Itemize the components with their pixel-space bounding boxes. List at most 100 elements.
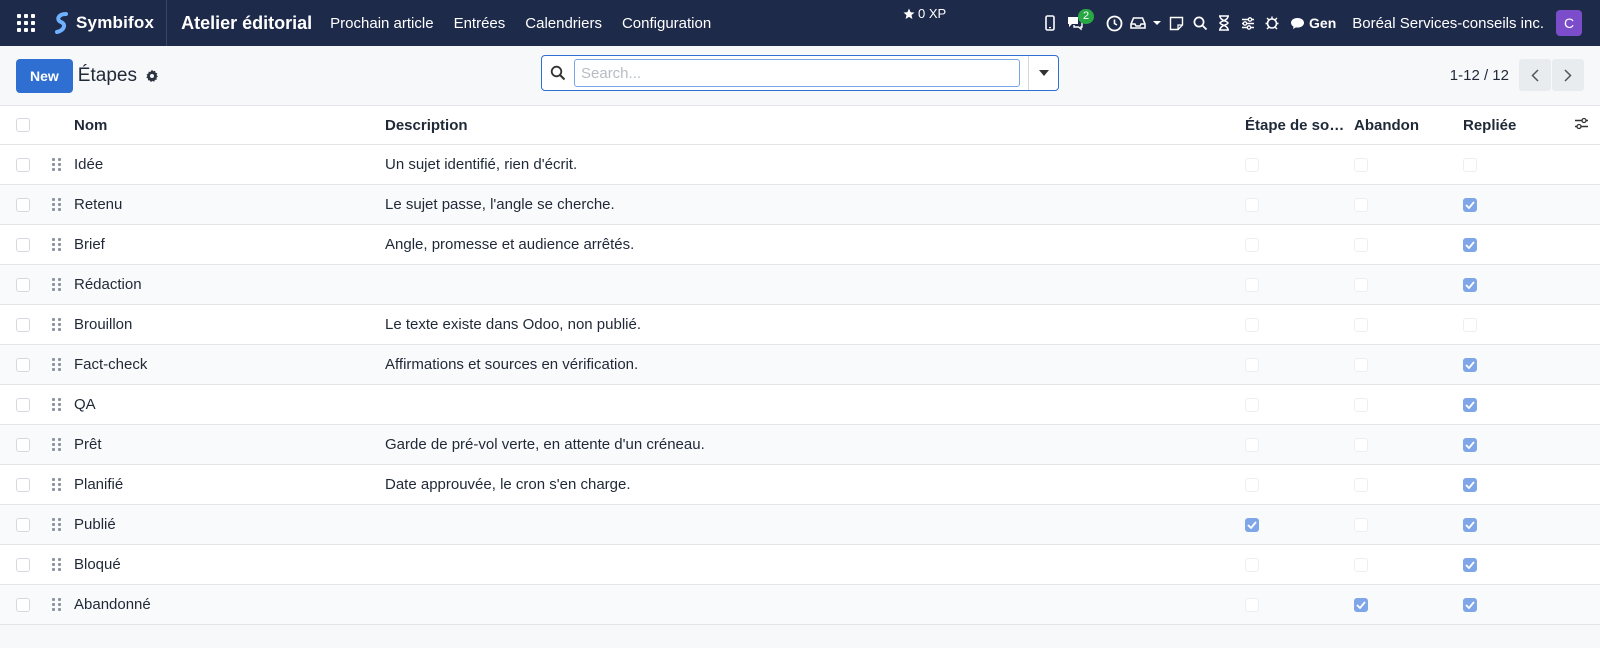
folded-checkbox[interactable] bbox=[1463, 197, 1477, 212]
column-header-description[interactable]: Description bbox=[385, 117, 468, 134]
row-select-checkbox[interactable] bbox=[16, 317, 30, 332]
folded-checkbox[interactable] bbox=[1463, 597, 1477, 612]
app-name[interactable]: Atelier éditorial bbox=[181, 13, 312, 34]
abandon-checkbox[interactable] bbox=[1354, 357, 1368, 372]
drag-handle-icon[interactable] bbox=[52, 558, 61, 571]
column-header-folded[interactable]: Repliée bbox=[1463, 117, 1516, 134]
gen-button[interactable]: Gen bbox=[1290, 15, 1336, 31]
table-row[interactable]: Publié bbox=[0, 505, 1600, 545]
select-all-checkbox[interactable] bbox=[16, 118, 30, 132]
inbox-icon[interactable] bbox=[1126, 0, 1150, 46]
row-select-checkbox[interactable] bbox=[16, 477, 30, 492]
menu-item-entrees[interactable]: Entrées bbox=[454, 15, 506, 32]
row-select-checkbox[interactable] bbox=[16, 557, 30, 572]
mobile-icon[interactable] bbox=[1038, 0, 1062, 46]
search-icon[interactable] bbox=[1188, 0, 1212, 46]
row-select-checkbox[interactable] bbox=[16, 437, 30, 452]
menu-item-calendriers[interactable]: Calendriers bbox=[525, 15, 602, 32]
company-switcher[interactable]: Boréal Services-conseils inc. bbox=[1352, 15, 1544, 32]
drag-handle-icon[interactable] bbox=[52, 398, 61, 411]
table-row[interactable]: Planifié Date approuvée, le cron s'en cha… bbox=[0, 465, 1600, 505]
table-row[interactable]: Retenu Le sujet passe, l'angle se cherche… bbox=[0, 185, 1600, 225]
exit-stage-checkbox[interactable] bbox=[1245, 437, 1259, 452]
exit-stage-checkbox[interactable] bbox=[1245, 597, 1259, 612]
abandon-checkbox[interactable] bbox=[1354, 597, 1368, 612]
table-row[interactable]: Brouillon Le texte existe dans Odoo, non … bbox=[0, 305, 1600, 345]
user-avatar[interactable]: C bbox=[1556, 10, 1582, 36]
bug-icon[interactable] bbox=[1260, 0, 1284, 46]
row-select-checkbox[interactable] bbox=[16, 197, 30, 212]
table-row[interactable]: Rédaction bbox=[0, 265, 1600, 305]
drag-handle-icon[interactable] bbox=[52, 318, 61, 331]
row-select-checkbox[interactable] bbox=[16, 397, 30, 412]
exit-stage-checkbox[interactable] bbox=[1245, 277, 1259, 292]
app-menu-icon[interactable] bbox=[0, 0, 52, 46]
exit-stage-checkbox[interactable] bbox=[1245, 157, 1259, 172]
sliders-icon[interactable] bbox=[1236, 0, 1260, 46]
exit-stage-checkbox[interactable] bbox=[1245, 557, 1259, 572]
row-select-checkbox[interactable] bbox=[16, 597, 30, 612]
abandon-checkbox[interactable] bbox=[1354, 197, 1368, 212]
folded-checkbox[interactable] bbox=[1463, 517, 1477, 532]
folded-checkbox[interactable] bbox=[1463, 157, 1477, 172]
drag-handle-icon[interactable] bbox=[52, 358, 61, 371]
abandon-checkbox[interactable] bbox=[1354, 237, 1368, 252]
folded-checkbox[interactable] bbox=[1463, 237, 1477, 252]
caret-down-icon[interactable] bbox=[1150, 0, 1164, 46]
exit-stage-checkbox[interactable] bbox=[1245, 197, 1259, 212]
xp-indicator[interactable]: 0 XP bbox=[903, 6, 946, 21]
pager-previous-button[interactable] bbox=[1519, 59, 1551, 91]
drag-handle-icon[interactable] bbox=[52, 198, 61, 211]
abandon-checkbox[interactable] bbox=[1354, 517, 1368, 532]
abandon-checkbox[interactable] bbox=[1354, 437, 1368, 452]
folded-checkbox[interactable] bbox=[1463, 477, 1477, 492]
brand[interactable]: Symbifox bbox=[52, 0, 168, 46]
folded-checkbox[interactable] bbox=[1463, 437, 1477, 452]
drag-handle-icon[interactable] bbox=[52, 518, 61, 531]
abandon-checkbox[interactable] bbox=[1354, 397, 1368, 412]
abandon-checkbox[interactable] bbox=[1354, 157, 1368, 172]
hourglass-icon[interactable] bbox=[1212, 0, 1236, 46]
menu-item-configuration[interactable]: Configuration bbox=[622, 15, 711, 32]
table-row[interactable]: Abandonné bbox=[0, 585, 1600, 625]
drag-handle-icon[interactable] bbox=[52, 278, 61, 291]
abandon-checkbox[interactable] bbox=[1354, 317, 1368, 332]
folded-checkbox[interactable] bbox=[1463, 277, 1477, 292]
chat-icon[interactable]: 2 bbox=[1062, 0, 1102, 46]
column-header-exit-stage[interactable]: Étape de sortie bbox=[1245, 117, 1347, 134]
folded-checkbox[interactable] bbox=[1463, 557, 1477, 572]
table-row[interactable]: Prêt Garde de pré-vol verte, en attente d… bbox=[0, 425, 1600, 465]
pager-value[interactable]: 1-12 / 12 bbox=[1450, 67, 1509, 84]
optional-columns-icon[interactable] bbox=[1574, 117, 1589, 134]
exit-stage-checkbox[interactable] bbox=[1245, 317, 1259, 332]
exit-stage-checkbox[interactable] bbox=[1245, 237, 1259, 252]
table-row[interactable]: QA bbox=[0, 385, 1600, 425]
drag-handle-icon[interactable] bbox=[52, 438, 61, 451]
row-select-checkbox[interactable] bbox=[16, 277, 30, 292]
search-input[interactable] bbox=[574, 59, 1020, 87]
drag-handle-icon[interactable] bbox=[52, 478, 61, 491]
table-row[interactable]: Idée Un sujet identifié, rien d'écrit. bbox=[0, 145, 1600, 185]
exit-stage-checkbox[interactable] bbox=[1245, 357, 1259, 372]
abandon-checkbox[interactable] bbox=[1354, 557, 1368, 572]
row-select-checkbox[interactable] bbox=[16, 357, 30, 372]
abandon-checkbox[interactable] bbox=[1354, 277, 1368, 292]
table-row[interactable]: Brief Angle, promesse et audience arrêtés… bbox=[0, 225, 1600, 265]
folded-checkbox[interactable] bbox=[1463, 317, 1477, 332]
row-select-checkbox[interactable] bbox=[16, 237, 30, 252]
abandon-checkbox[interactable] bbox=[1354, 477, 1368, 492]
clock-icon[interactable] bbox=[1102, 0, 1126, 46]
column-header-name[interactable]: Nom bbox=[74, 117, 107, 134]
drag-handle-icon[interactable] bbox=[52, 158, 61, 171]
search-options-dropdown[interactable] bbox=[1028, 56, 1058, 90]
pager-next-button[interactable] bbox=[1552, 59, 1584, 91]
exit-stage-checkbox[interactable] bbox=[1245, 397, 1259, 412]
exit-stage-checkbox[interactable] bbox=[1245, 517, 1259, 532]
folded-checkbox[interactable] bbox=[1463, 357, 1477, 372]
table-row[interactable]: Bloqué bbox=[0, 545, 1600, 585]
new-button[interactable]: New bbox=[16, 59, 73, 93]
folded-checkbox[interactable] bbox=[1463, 397, 1477, 412]
row-select-checkbox[interactable] bbox=[16, 517, 30, 532]
gear-icon[interactable] bbox=[145, 69, 159, 83]
menu-item-prochain-article[interactable]: Prochain article bbox=[330, 15, 433, 32]
